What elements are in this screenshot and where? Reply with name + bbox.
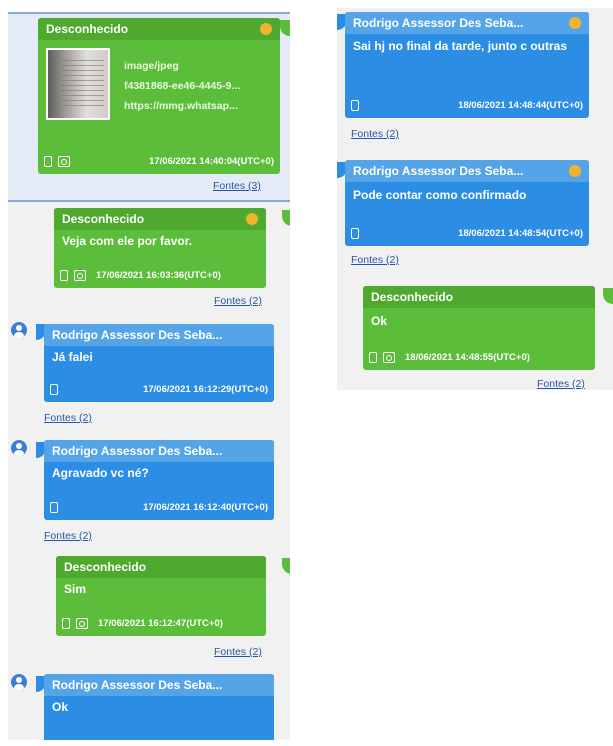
device-icon	[50, 383, 58, 395]
message-text: Pode contar como confirmado	[353, 188, 527, 202]
message-bubble[interactable]: Desconhecido Ok 18/06/2021 14:48:55(UTC+…	[363, 286, 595, 370]
message-text: Sim	[64, 582, 87, 596]
message-text: Ok	[371, 314, 388, 328]
message-text: Ok	[52, 700, 69, 714]
timestamp: 17/06/2021 16:12:47(UTC+0)	[98, 617, 223, 629]
chat-panel-left: Desconhecido image/jpeg f4381868-ee46-44…	[8, 12, 290, 740]
sources-link[interactable]: Fontes (2)	[351, 128, 399, 140]
timestamp: 17/06/2021 14:40:04(UTC+0)	[149, 155, 274, 167]
image-icon	[383, 351, 395, 363]
sources-link[interactable]: Fontes (3)	[213, 180, 261, 192]
sender-name: Desconhecido	[62, 212, 145, 226]
message-bubble[interactable]: Rodrigo Assessor Des Seba... Pode contar…	[345, 160, 589, 246]
bubble-corner	[282, 210, 290, 226]
timestamp: 17/06/2021 16:03:36(UTC+0)	[96, 269, 221, 281]
sources-link[interactable]: Fontes (2)	[214, 295, 262, 307]
device-icon	[351, 99, 359, 111]
message-bubble[interactable]: Rodrigo Assessor Des Seba... Ok	[44, 674, 274, 740]
user-avatar-icon	[11, 674, 27, 690]
timestamp: 18/06/2021 14:48:54(UTC+0)	[458, 227, 583, 239]
timestamp: 18/06/2021 14:48:44(UTC+0)	[458, 99, 583, 111]
sources-link[interactable]: Fontes (2)	[44, 530, 92, 542]
image-icon	[74, 269, 86, 281]
device-icon	[351, 227, 359, 239]
timestamp: 17/06/2021 16:12:40(UTC+0)	[143, 501, 268, 513]
status-dot-icon	[569, 165, 581, 177]
message-text: Veja com ele por favor.	[62, 234, 193, 248]
sources-link[interactable]: Fontes (2)	[214, 646, 262, 658]
sender-name: Desconhecido	[371, 290, 454, 304]
sender-name: Rodrigo Assessor Des Seba...	[353, 16, 524, 30]
message-bubble[interactable]: Rodrigo Assessor Des Seba... Sai hj no f…	[345, 12, 589, 118]
sender-name: Rodrigo Assessor Des Seba...	[52, 678, 223, 692]
image-thumbnail[interactable]	[46, 48, 110, 120]
device-icon	[60, 269, 68, 281]
sources-link[interactable]: Fontes (2)	[537, 378, 585, 390]
status-dot-icon	[569, 17, 581, 29]
device-icon	[44, 155, 52, 167]
image-icon	[76, 617, 88, 629]
sources-link[interactable]: Fontes (2)	[44, 412, 92, 424]
device-icon	[62, 617, 70, 629]
message-text: Já falei	[52, 350, 93, 364]
message-bubble[interactable]: Rodrigo Assessor Des Seba... Agravado vc…	[44, 440, 274, 520]
message-bubble[interactable]: Desconhecido Veja com ele por favor. 17/…	[54, 208, 266, 288]
status-dot-icon	[260, 23, 272, 35]
timestamp: 17/06/2021 16:12:29(UTC+0)	[143, 383, 268, 395]
image-icon	[58, 155, 70, 167]
sender-name: Rodrigo Assessor Des Seba...	[52, 328, 223, 342]
message-text: Sai hj no final da tarde, junto c outras	[353, 39, 568, 53]
device-icon	[50, 501, 58, 513]
sender-name: Rodrigo Assessor Des Seba...	[52, 444, 223, 458]
sender-name: Desconhecido	[64, 560, 147, 574]
message-text: Agravado vc né?	[52, 466, 149, 480]
user-avatar-icon	[11, 322, 27, 338]
attachment-url[interactable]: https://mmg.whatsap...	[124, 96, 264, 116]
bubble-corner	[282, 558, 290, 574]
attachment-info: image/jpeg f4381868-ee46-4445-9... https…	[124, 56, 264, 116]
attachment-type: image/jpeg	[124, 60, 179, 72]
device-icon	[369, 351, 377, 363]
message-bubble[interactable]: Rodrigo Assessor Des Seba... Já falei 17…	[44, 324, 274, 402]
bubble-corner	[603, 288, 613, 304]
sources-link[interactable]: Fontes (2)	[351, 254, 399, 266]
user-avatar-icon	[11, 440, 27, 456]
message-bubble[interactable]: Desconhecido image/jpeg f4381868-ee46-44…	[38, 18, 280, 174]
status-dot-icon	[246, 213, 258, 225]
sender-name: Desconhecido	[46, 22, 129, 36]
message-bubble[interactable]: Desconhecido Sim 17/06/2021 16:12:47(UTC…	[56, 556, 266, 636]
timestamp: 18/06/2021 14:48:55(UTC+0)	[405, 351, 530, 363]
sender-name: Rodrigo Assessor Des Seba...	[353, 164, 524, 178]
attachment-name: f4381868-ee46-4445-9...	[124, 80, 241, 92]
chat-panel-right: Rodrigo Assessor Des Seba... Sai hj no f…	[337, 8, 613, 390]
